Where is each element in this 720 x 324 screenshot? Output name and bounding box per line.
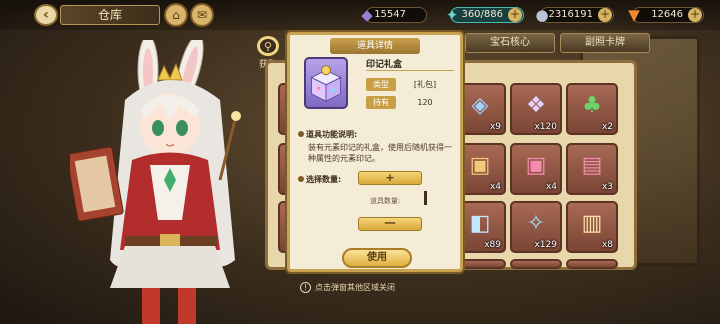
tab-sub-cards[interactable]: 副照卡牌 [560,33,650,53]
close-hint-text: 点击弹窗其他区域关闭 [315,282,395,292]
coin-icon: ● [535,6,549,24]
add-carrot-button[interactable]: + [688,8,702,22]
stamina-icon: ✦ [445,6,459,24]
bullet-icon [298,176,304,182]
add-coin-button[interactable]: + [598,8,612,22]
crystal-resource: ◆ 15547 [361,7,427,23]
inventory-slot[interactable]: ❖ x120 [510,83,562,135]
info-icon: ! [300,281,311,293]
back-button[interactable]: ‹ [34,4,58,26]
top-bar: ‹ 仓库 ⌂ ✉ ◆ 15547 ✦ 360/886 + ● 2316191 +… [0,0,720,30]
box-icon: ▤ [581,153,603,178]
home-icon[interactable]: ⌂ [164,3,188,27]
inventory-slot[interactable] [566,259,618,269]
select-qty-label: 选择数量: [298,174,341,185]
slot-qty: x120 [534,122,557,132]
decrease-qty-button[interactable]: 一 [358,217,422,231]
carrot-amount: 12646 [651,9,683,20]
inventory-slot[interactable]: ▥ x8 [566,201,618,253]
inventory-slot[interactable]: ▣ x4 [510,143,562,195]
gem-icon: ◈ [471,93,489,118]
slot-qty: x9 [489,122,501,132]
add-stamina-button[interactable]: + [508,8,522,22]
item-description: 装有元素印记的礼盒，使用后随机获得一种属性的元素印记。 [308,143,452,163]
box-icon: ▣ [525,153,547,178]
slot-qty: x3 [601,182,613,192]
item-owned-row: 持有 120 [366,95,454,109]
carrot-resource: ▼ 12646 + [628,7,704,23]
slot-qty: x4 [489,182,501,192]
page-title: 仓库 [60,5,160,25]
qty-value-bar [424,191,427,205]
crystal-amount: 15547 [374,9,406,20]
card-icon: ▥ [581,211,603,236]
slot-qty: x4 [545,182,557,192]
stamina-resource: ✦ 360/886 + [446,7,524,23]
inventory-slot[interactable]: ▤ x3 [566,143,618,195]
gift-box-icon [310,65,342,102]
mail-icon[interactable]: ✉ [190,3,214,27]
type-key: 类型 [366,77,396,91]
box-icon: ▣ [469,153,491,178]
crystal-cluster-icon: ✧ [526,211,546,236]
desc-section-label: 道具功能说明: [298,129,357,140]
slot-qty: x8 [601,240,613,250]
coin-amount: 2316191 [548,9,593,20]
use-button[interactable]: 使用 [342,248,412,268]
bullet-icon [298,131,304,137]
owned-key: 持有 [366,95,396,109]
tab-gem-core[interactable]: 宝石核心 [465,33,555,53]
slot-qty: x2 [601,122,613,132]
increase-qty-button[interactable]: + [358,171,422,185]
item-detail-modal: 道具详情 印记礼盒 类型 [礼包] 持有 120 道具功能说明: 装有元素印记的… [287,32,463,272]
inventory-slot[interactable]: ✧ x129 [510,201,562,253]
slot-qty: x129 [534,240,557,250]
inventory-slot[interactable]: ♣ x2 [566,83,618,135]
type-value: [礼包] [413,79,437,89]
crystal-icon: ◆ [361,6,373,24]
owned-value: 120 [417,97,433,107]
item-name: 印记礼盒 [366,57,454,71]
item-type-row: 类型 [礼包] [366,77,454,91]
clover-icon: ♣ [582,93,602,118]
item-icon [304,57,348,109]
gift-box-icon: ❖ [526,93,546,118]
coin-resource: ● 2316191 + [535,7,614,23]
stamina-amount: 360/886 [461,9,503,20]
inventory-slot[interactable] [510,259,562,269]
close-hint: ! 点击弹窗其他区域关闭 [300,280,470,294]
qty-label: 道具数量: [370,197,401,205]
slot-qty: x89 [484,240,501,250]
chest-icon: ◧ [469,211,491,236]
carrot-icon: ▼ [628,6,640,24]
magnifier-icon: ⚲ [257,36,279,56]
modal-title: 道具详情 [330,38,420,54]
bunny-girl-character [70,40,241,324]
back-arrow-icon: ‹ [43,7,49,23]
